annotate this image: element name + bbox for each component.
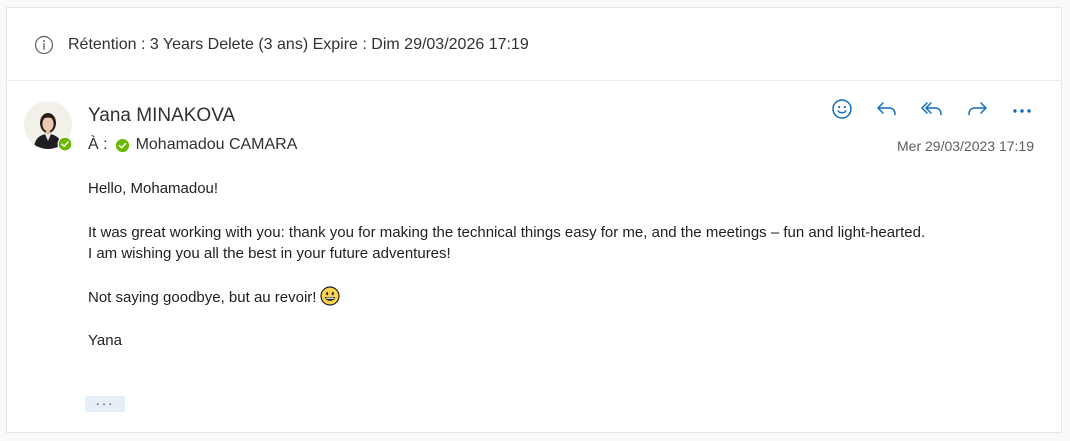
- body-greeting: Hello, Mohamadou!: [88, 180, 219, 197]
- body-paragraph-line-1: It was great working with you: thank you…: [88, 223, 926, 241]
- presence-available-icon: [57, 136, 73, 152]
- recipients-row: À : Mohamadou CAMARA: [88, 135, 297, 155]
- reply-all-icon: [920, 99, 944, 124]
- body-closing: Not saying goodbye, but au revoir!: [88, 288, 317, 306]
- recipient-name[interactable]: Mohamadou CAMARA: [136, 136, 298, 154]
- recipient-presence-icon: [115, 138, 130, 153]
- message-body: Hello, Mohamadou! It was great working w…: [88, 178, 1008, 352]
- reply-icon: [875, 99, 899, 124]
- body-paragraph-line-2: I am wishing you all the best in your fu…: [88, 245, 451, 262]
- show-quoted-text-button[interactable]: ···: [85, 396, 125, 412]
- forward-button[interactable]: [964, 99, 990, 123]
- more-icon: [1011, 102, 1033, 120]
- info-icon: [34, 35, 54, 55]
- grinning-face-emoji-icon: [320, 286, 341, 306]
- message-card: Rétention : 3 Years Delete (3 ans) Expir…: [6, 7, 1062, 433]
- to-label: À :: [88, 136, 108, 153]
- more-actions-button[interactable]: [1009, 99, 1035, 123]
- retention-banner: Rétention : 3 Years Delete (3 ans) Expir…: [7, 8, 1061, 81]
- body-closing-line: Not saying goodbye, but au revoir!: [88, 286, 1008, 309]
- reply-button[interactable]: [874, 99, 900, 123]
- forward-icon: [965, 99, 989, 124]
- reply-all-button[interactable]: [919, 99, 945, 123]
- sender-name[interactable]: Yana MINAKOVA: [88, 105, 235, 127]
- message-date: Mer 29/03/2023 17:19: [897, 138, 1034, 154]
- smiley-icon: [831, 98, 853, 125]
- message-actions: [829, 98, 1035, 125]
- reaction-button[interactable]: [829, 98, 855, 125]
- body-signature: Yana: [88, 332, 122, 349]
- retention-text: Rétention : 3 Years Delete (3 ans) Expir…: [68, 36, 529, 53]
